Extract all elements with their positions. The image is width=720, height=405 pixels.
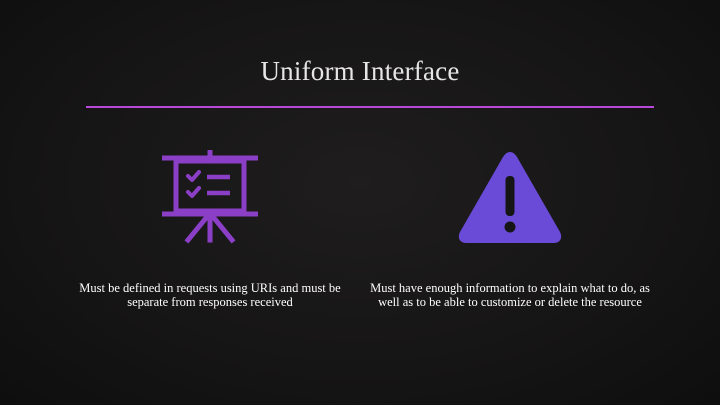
slide-title: Uniform Interface [260, 56, 460, 86]
title-divider [86, 106, 654, 108]
slide: Uniform Interface Must be defined in req… [0, 0, 720, 405]
presentation-checklist-icon [162, 150, 258, 244]
left-caption: Must be defined in requests using URIs a… [79, 281, 341, 309]
right-caption: Must have enough information to explain … [370, 281, 650, 309]
warning-icon [458, 152, 562, 243]
